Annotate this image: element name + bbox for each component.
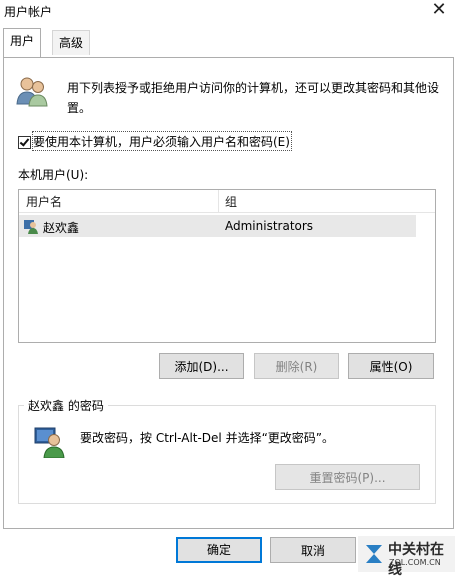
ok-button[interactable]: 确定 [176,537,262,563]
password-hint-text: 要改密码，按 Ctrl-Alt-Del 并选择“更改密码”。 [80,431,335,445]
reset-password-button[interactable]: 重置密码(P)... [275,464,420,490]
table-row[interactable]: 赵欢鑫 Administrators [19,215,416,237]
close-icon[interactable]: ✕ [427,0,451,22]
watermark: 中关村在线 ZOL.COM.CN [358,536,455,578]
users-icon [16,77,48,107]
watermark-logo-icon [366,545,382,563]
tab-bar: 用户 高级 [0,28,455,58]
watermark-subtext: ZOL.COM.CN [389,558,441,567]
cancel-button[interactable]: 取消 [270,537,356,563]
require-login-label[interactable]: 要使用本计算机，用户必须输入用户名和密码(E) [33,133,290,150]
user-icon [24,220,38,234]
column-username[interactable]: 用户名 [26,193,62,210]
properties-button[interactable]: 属性(O) [348,353,434,379]
column-group[interactable]: 组 [225,193,237,210]
tab-users[interactable]: 用户 [3,28,42,57]
users-listview[interactable]: 用户名 组 赵欢鑫 Administrators [18,189,436,343]
column-divider[interactable] [218,190,219,212]
cell-group: Administrators [225,219,314,233]
add-button[interactable]: 添加(D)... [159,353,244,379]
remove-button[interactable]: 删除(R) [254,353,339,379]
listview-header: 用户名 组 [19,190,435,213]
info-text: 用下列表授予或拒绝用户访问你的计算机，还可以更改其密码和其他设置。 [67,81,440,115]
password-group-label: 赵欢鑫 的密码 [24,397,108,414]
require-login-checkbox[interactable] [18,136,31,149]
cell-username: 赵欢鑫 [43,221,80,235]
users-list-label: 本机用户(U): [18,168,89,182]
window-title: 用户帐户 [4,5,53,19]
password-user-icon [34,427,65,458]
tab-advanced[interactable]: 高级 [52,30,91,55]
